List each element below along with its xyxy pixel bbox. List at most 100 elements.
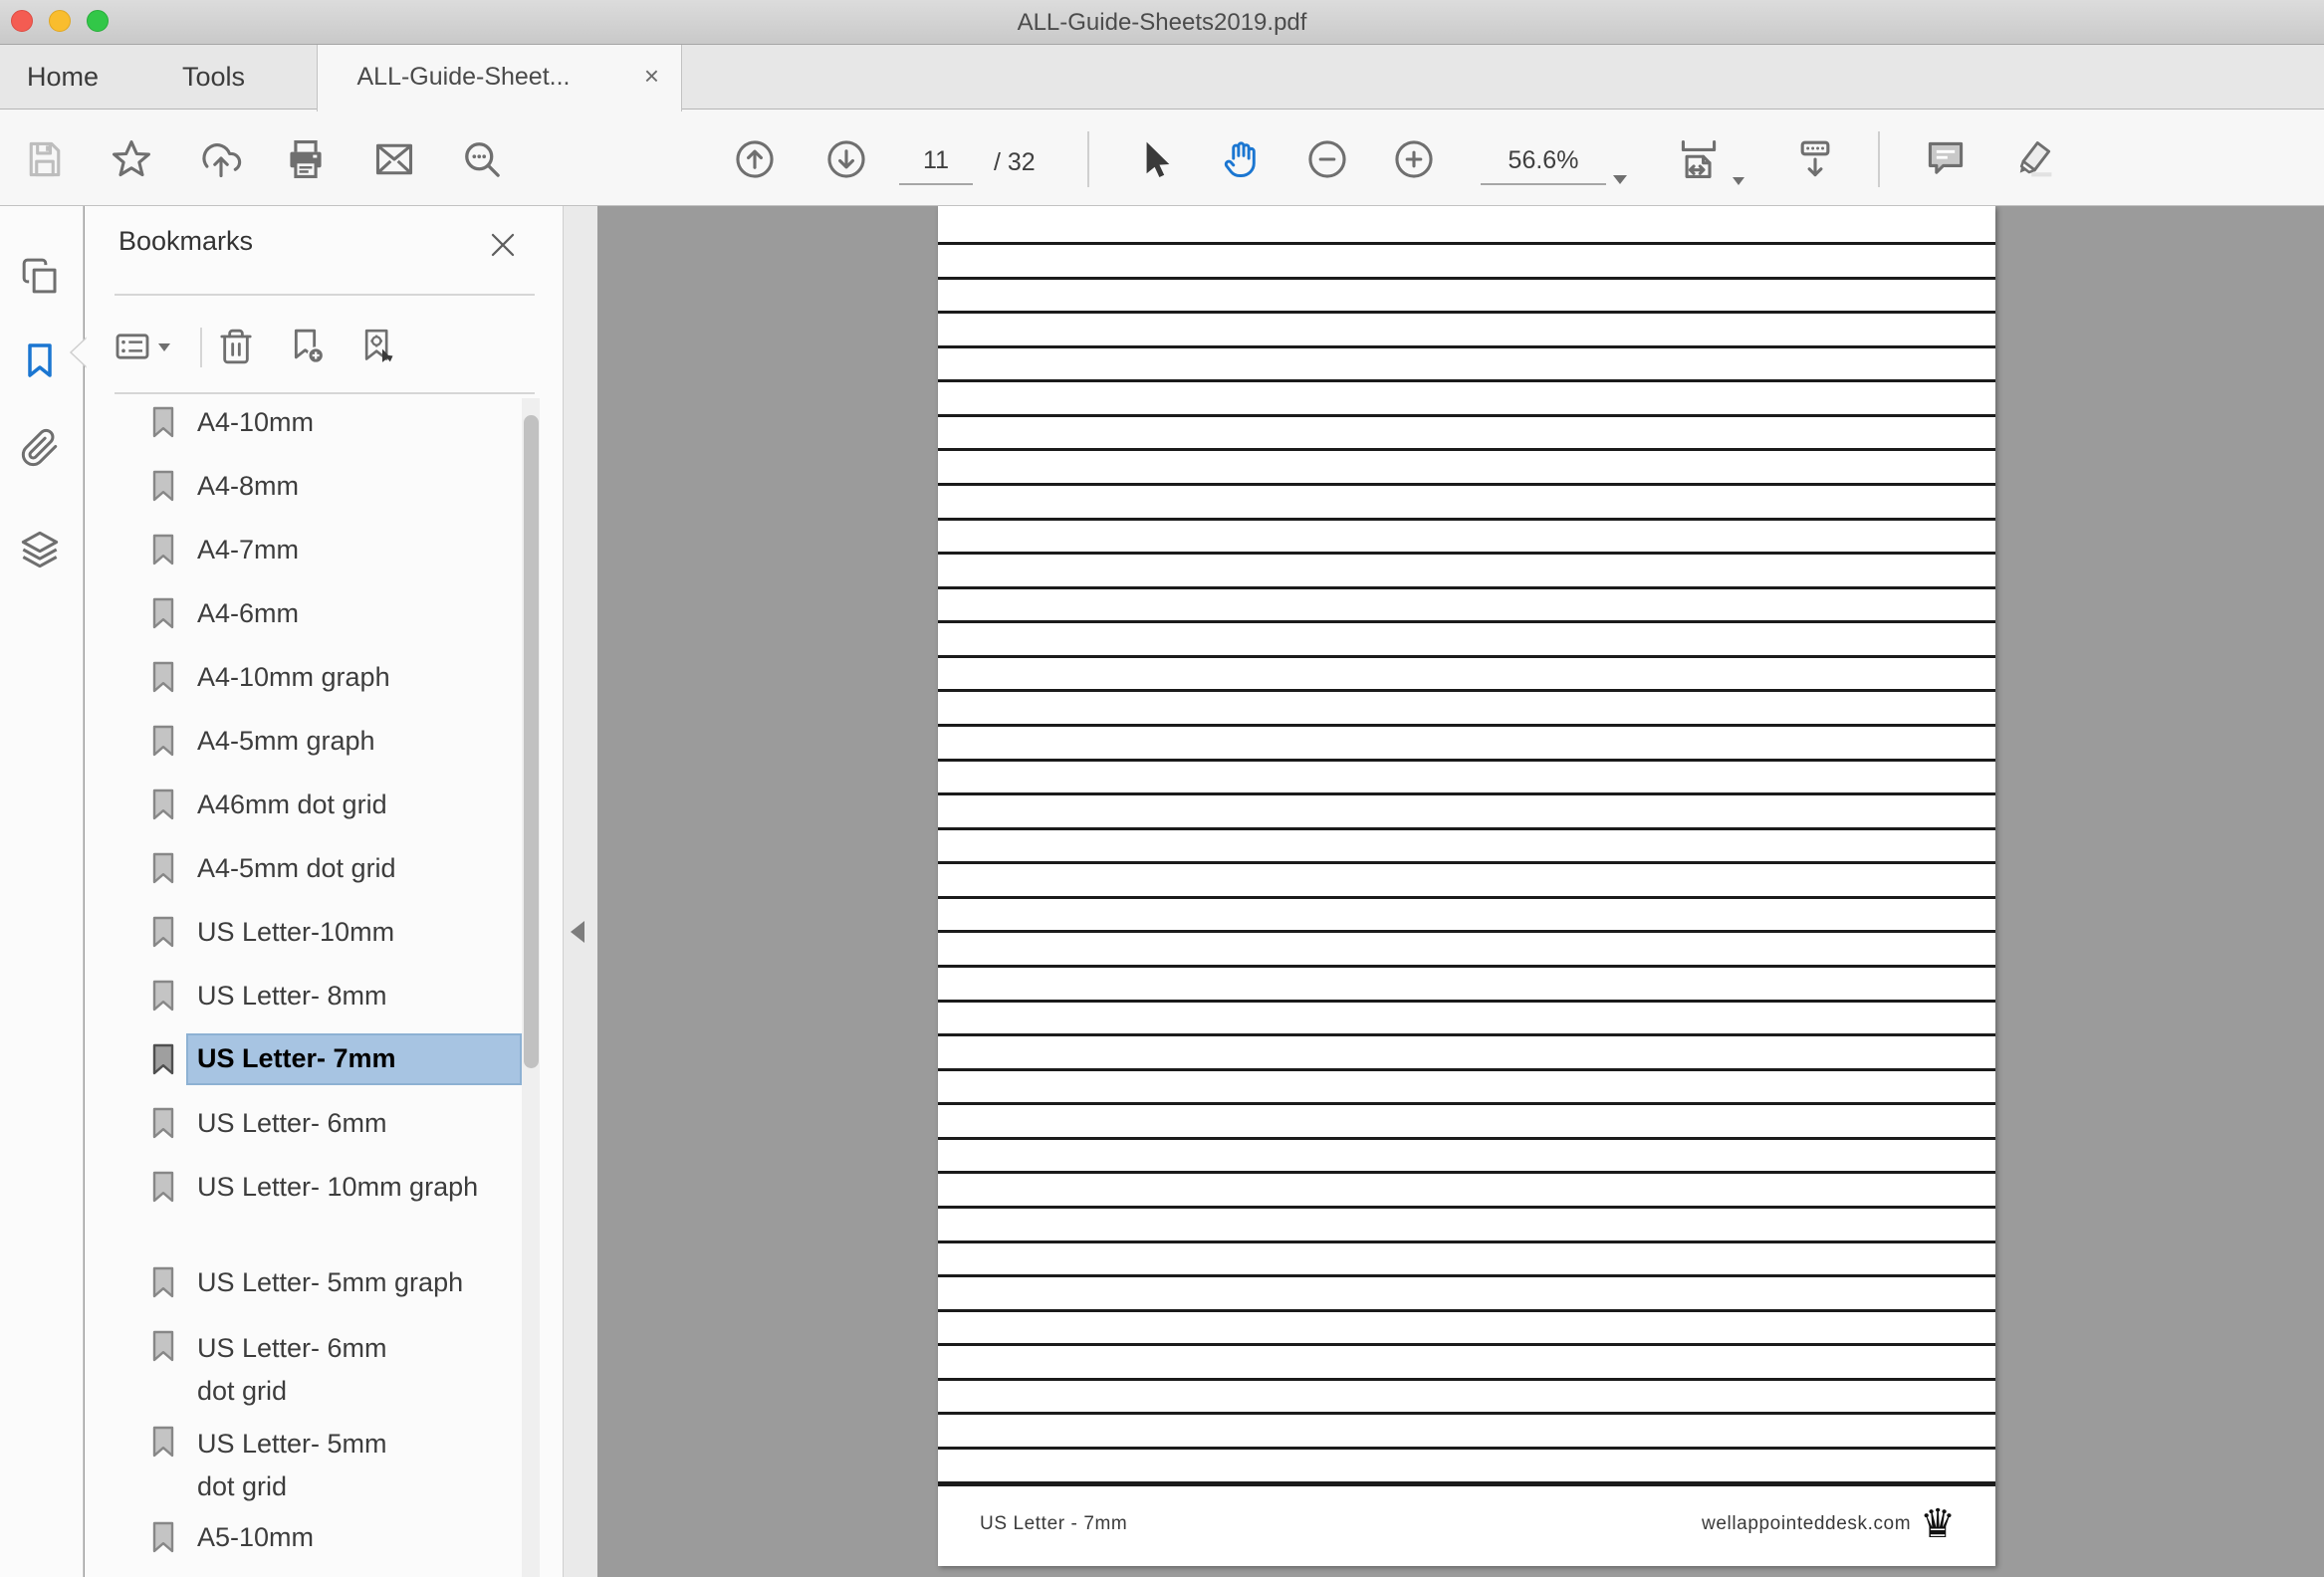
bookmark-label: US Letter- 10mm graph xyxy=(197,1168,478,1206)
save-icon[interactable] xyxy=(23,137,67,181)
ruled-line xyxy=(938,1447,1995,1450)
tab-document-label: ALL-Guide-Sheet... xyxy=(318,45,609,110)
search-icon[interactable] xyxy=(460,137,504,181)
ruled-line xyxy=(938,655,1995,658)
hand-tool-icon[interactable] xyxy=(1220,137,1264,181)
bookmark-label: A4-8mm xyxy=(197,467,299,505)
page-up-icon[interactable] xyxy=(733,137,777,181)
acrobat-window: ALL-Guide-Sheets2019.pdf Home Tools ALL-… xyxy=(0,0,2324,1577)
page-footer-site-label: wellappointeddesk.com xyxy=(1702,1513,1911,1535)
bookmark-item[interactable]: US Letter-10mm xyxy=(85,900,543,964)
cloud-upload-icon[interactable] xyxy=(199,137,243,181)
bookmark-ribbon-icon xyxy=(152,980,174,1012)
bookmark-item[interactable]: A4-5mm graph xyxy=(85,709,543,773)
bookmark-item[interactable]: A4-10mm xyxy=(85,390,543,454)
bookmark-label: A4-7mm xyxy=(197,531,299,568)
ruled-line xyxy=(938,896,1995,899)
ruled-line xyxy=(938,1240,1995,1243)
ruled-line xyxy=(938,792,1995,795)
bookmark-item[interactable]: A5-10mm xyxy=(85,1505,543,1569)
bookmark-ribbon-icon xyxy=(152,1043,174,1075)
ruled-line xyxy=(938,448,1995,451)
bookmark-ribbon-icon xyxy=(152,1171,174,1203)
ruled-line xyxy=(938,311,1995,314)
ruled-line xyxy=(938,1171,1995,1174)
bookmark-item[interactable]: US Letter- 7mm xyxy=(85,1027,543,1091)
panel-scrollbar-thumb[interactable] xyxy=(524,415,539,1068)
bookmark-ribbon-icon xyxy=(152,406,174,438)
ruled-line xyxy=(938,1206,1995,1209)
bookmark-label-line2: dot grid xyxy=(197,1370,387,1413)
bookmarks-icon[interactable] xyxy=(20,340,60,380)
zoom-out-icon[interactable] xyxy=(1305,137,1349,181)
tab-close-icon[interactable]: × xyxy=(644,45,659,110)
collapse-panel-arrow-icon[interactable] xyxy=(571,921,584,943)
email-icon[interactable] xyxy=(372,137,416,181)
bookmark-ribbon-icon xyxy=(152,597,174,629)
bookmark-ribbon-icon xyxy=(152,534,174,565)
tab-home[interactable]: Home xyxy=(27,45,99,110)
layers-icon[interactable] xyxy=(20,530,60,569)
ruled-line xyxy=(938,724,1995,727)
bookmark-label: A4-6mm xyxy=(197,594,299,632)
select-cursor-icon[interactable] xyxy=(1131,137,1175,181)
bookmark-item[interactable]: A4-8mm xyxy=(85,454,543,518)
options-caret-icon[interactable] xyxy=(158,343,170,351)
tagged-bookmark-icon[interactable] xyxy=(357,327,397,366)
panel-pointer-notch xyxy=(68,336,88,369)
page-number-input[interactable]: 11 xyxy=(899,139,973,185)
zoom-in-icon[interactable] xyxy=(1392,137,1436,181)
scrolling-mode-icon[interactable] xyxy=(1793,137,1837,181)
options-icon[interactable] xyxy=(113,327,152,366)
bookmark-ribbon-icon xyxy=(152,470,174,502)
page-thumbnails-icon[interactable] xyxy=(20,256,60,296)
bookmark-item[interactable]: A4-5mm dot grid xyxy=(85,836,543,900)
bookmark-label: A4-5mm dot grid xyxy=(197,849,396,887)
zoom-level-input[interactable]: 56.6% xyxy=(1481,139,1606,185)
bookmark-item[interactable]: US Letter- 6mmdot grid xyxy=(85,1314,543,1410)
bookmark-ribbon-icon xyxy=(152,1330,174,1362)
bookmark-label: A5-10mm xyxy=(197,1518,314,1556)
bookmark-item[interactable]: US Letter- 5mm graph xyxy=(85,1250,543,1314)
page-down-icon[interactable] xyxy=(824,137,868,181)
panel-toolbar-separator xyxy=(200,328,202,367)
bookmark-ribbon-icon xyxy=(152,1107,174,1139)
ruled-line xyxy=(938,414,1995,417)
bookmark-item[interactable]: US Letter- 5mmdot grid xyxy=(85,1410,543,1505)
ruled-line xyxy=(938,1102,1995,1105)
panel-title: Bookmarks xyxy=(118,226,253,257)
tab-document[interactable]: ALL-Guide-Sheet... × xyxy=(317,45,682,112)
bookmarks-panel: Bookmarks xyxy=(85,206,564,1577)
main-toolbar: 11 / 32 56.6% xyxy=(0,110,2324,206)
bookmark-item[interactable]: US Letter- 8mm xyxy=(85,964,543,1027)
bookmark-item[interactable]: A4-7mm xyxy=(85,518,543,581)
bookmark-ribbon-icon xyxy=(152,1266,174,1298)
fit-dropdown-caret-icon[interactable] xyxy=(1733,177,1744,185)
panel-close-icon[interactable] xyxy=(488,230,518,260)
bookmark-ribbon-icon xyxy=(152,1521,174,1553)
bookmark-item[interactable]: A4-10mm graph xyxy=(85,645,543,709)
tab-tools[interactable]: Tools xyxy=(182,45,245,110)
ruled-line xyxy=(938,1068,1995,1071)
bookmark-label: A46mm dot grid xyxy=(197,786,387,823)
comment-icon[interactable] xyxy=(1924,137,1968,181)
bookmark-item[interactable]: A46mm dot grid xyxy=(85,773,543,836)
fit-width-icon[interactable] xyxy=(1677,137,1721,181)
trash-icon[interactable] xyxy=(216,327,256,366)
navigation-rail xyxy=(0,206,84,1577)
ruled-line xyxy=(938,586,1995,589)
toolbar-separator xyxy=(1087,131,1089,187)
star-icon[interactable] xyxy=(110,137,153,181)
bookmark-item[interactable]: US Letter- 10mm graph xyxy=(85,1155,543,1219)
bookmark-label: A4-5mm graph xyxy=(197,722,375,760)
bookmark-item[interactable]: A4-6mm xyxy=(85,581,543,645)
highlighter-icon[interactable] xyxy=(2012,137,2056,181)
ruled-line xyxy=(938,827,1995,830)
bookmark-item[interactable]: US Letter- 6mm xyxy=(85,1091,543,1155)
tab-bar: Home Tools ALL-Guide-Sheet... × xyxy=(0,45,2324,110)
attachments-icon[interactable] xyxy=(20,428,60,468)
zoom-dropdown-caret-icon[interactable] xyxy=(1613,175,1627,184)
print-icon[interactable] xyxy=(284,137,328,181)
add-bookmark-icon[interactable] xyxy=(288,327,328,366)
bookmark-label: US Letter- 6mm xyxy=(197,1327,387,1370)
